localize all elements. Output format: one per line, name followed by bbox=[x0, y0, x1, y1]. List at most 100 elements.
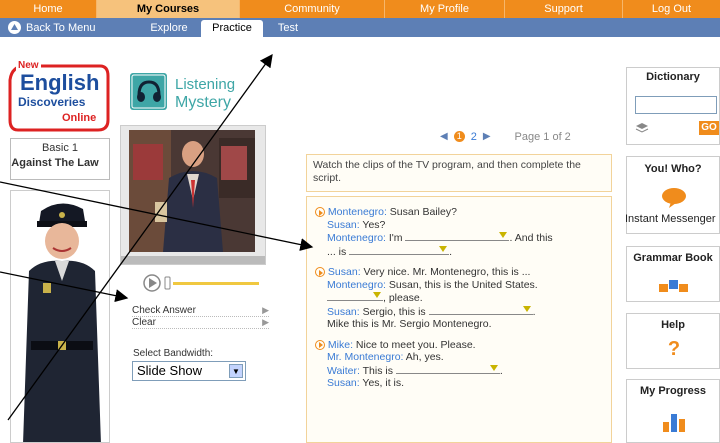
unit-name: Against The Law bbox=[11, 157, 99, 169]
up-arrow-icon bbox=[8, 21, 21, 34]
script-block-2: Susan: Very nice. Mr. Montenegro, this i… bbox=[315, 266, 603, 331]
script-text: , please. bbox=[383, 292, 423, 304]
page-indicator: Page 1 of 2 bbox=[514, 130, 571, 143]
nav-my-courses[interactable]: My Courses bbox=[97, 0, 240, 18]
answer-dropdown[interactable] bbox=[405, 231, 510, 241]
play-clip-icon[interactable] bbox=[315, 267, 325, 278]
script-text: Sergio, this is bbox=[359, 305, 429, 318]
speaker-name: Susan: bbox=[327, 377, 360, 389]
instructions: Watch the clips of the TV program, and t… bbox=[306, 154, 612, 192]
activity-title-line1: Listening bbox=[175, 76, 236, 93]
answer-dropdown[interactable] bbox=[327, 291, 383, 301]
nav-support[interactable]: Support bbox=[505, 0, 623, 18]
clear-link[interactable]: Clear ▶ bbox=[132, 317, 269, 329]
sub-nav: Back To Menu Explore Practice Test bbox=[0, 18, 720, 37]
my-progress-panel[interactable]: My Progress bbox=[626, 379, 720, 443]
video-screen[interactable] bbox=[129, 130, 255, 252]
bandwidth-select[interactable]: Slide Show ▼ bbox=[132, 361, 246, 381]
prev-page-icon[interactable]: ◀ bbox=[440, 131, 448, 142]
nav-my-profile[interactable]: My Profile bbox=[385, 0, 505, 18]
dropdown-arrow-icon bbox=[522, 305, 531, 312]
script-text: . bbox=[449, 245, 453, 258]
pager: ◀ 1 2 ▶ Page 1 of 2 bbox=[440, 129, 610, 144]
chat-bubble-icon[interactable] bbox=[661, 187, 687, 208]
speaker-name: Waiter: bbox=[327, 364, 360, 377]
script-text: Yes? bbox=[359, 218, 386, 231]
translate-icon[interactable] bbox=[635, 123, 649, 133]
speaker-name: Montenegro: bbox=[327, 278, 386, 291]
script-block-3: Mike: Nice to meet you. Please. Mr. Mont… bbox=[315, 339, 603, 390]
clear-label: Clear bbox=[132, 317, 156, 328]
next-page-icon[interactable]: ▶ bbox=[483, 131, 491, 142]
logo-online-text: Online bbox=[62, 112, 97, 124]
back-to-menu-button[interactable]: Back To Menu bbox=[8, 20, 96, 35]
page-1-button[interactable]: 1 bbox=[453, 131, 465, 142]
dictionary-title: Dictionary bbox=[646, 71, 700, 83]
you-who-panel: You! Who? Instant Messenger bbox=[625, 156, 720, 234]
police-officer-photo bbox=[10, 190, 110, 443]
dropdown-arrow-icon bbox=[499, 232, 508, 238]
progress-slider-handle[interactable] bbox=[164, 275, 172, 291]
script-text: This is bbox=[359, 364, 396, 377]
answer-dropdown[interactable] bbox=[428, 305, 533, 315]
go-button[interactable]: GO bbox=[699, 121, 719, 135]
help-panel[interactable]: Help ? bbox=[626, 313, 720, 369]
play-clip-icon[interactable] bbox=[315, 339, 325, 350]
dropdown-arrow-icon bbox=[439, 245, 448, 252]
answer-links: Check Answer ▶ Clear ▶ bbox=[132, 305, 269, 329]
dropdown-arrow-icon bbox=[373, 292, 381, 298]
speaker-name: Susan: bbox=[327, 266, 361, 278]
script-text: . And this bbox=[509, 232, 553, 244]
answer-dropdown[interactable] bbox=[395, 364, 500, 374]
logo-discoveries-text: Discoveries bbox=[18, 95, 86, 109]
script-text: . bbox=[499, 364, 503, 377]
check-answer-link[interactable]: Check Answer ▶ bbox=[132, 305, 269, 317]
page-2-button[interactable]: 2 bbox=[471, 131, 477, 143]
check-answer-label: Check Answer bbox=[132, 305, 196, 316]
speaker-name: Montenegro: bbox=[327, 232, 386, 244]
tab-explore[interactable]: Explore bbox=[140, 20, 198, 37]
dropdown-arrow-icon bbox=[489, 364, 498, 371]
script-text: Mike this is Mr. Sergio Montenegro. bbox=[327, 318, 492, 330]
script-text: . bbox=[532, 305, 536, 318]
video-frame-base bbox=[121, 256, 265, 264]
script-text: Nice to meet you. Please. bbox=[353, 338, 476, 351]
chevron-down-icon: ▼ bbox=[229, 364, 243, 378]
english-discoveries-logo: New English Discoveries Online bbox=[8, 60, 112, 132]
video-player bbox=[120, 125, 266, 265]
script-block-1: Montenegro: Susan Bailey? Susan: Yes? Mo… bbox=[315, 206, 603, 258]
you-who-title[interactable]: You! Who? bbox=[627, 160, 719, 178]
dictionary-panel: Dictionary GO bbox=[626, 67, 720, 145]
script-text: Susan Bailey? bbox=[386, 206, 457, 218]
grammar-book-panel[interactable]: Grammar Book bbox=[626, 246, 720, 302]
my-progress-title: My Progress bbox=[639, 385, 707, 397]
activity-title-line2: Mystery bbox=[175, 94, 231, 111]
play-button[interactable] bbox=[143, 273, 161, 293]
triangle-right-icon: ▶ bbox=[262, 317, 269, 327]
bar-chart-icon bbox=[661, 410, 687, 432]
bandwidth-label: Select Bandwidth: bbox=[133, 348, 214, 359]
speaker-name: Susan: bbox=[327, 218, 360, 231]
speaker-name: Mike: bbox=[327, 338, 354, 351]
top-nav: Home My Courses Community My Profile Sup… bbox=[0, 0, 720, 18]
level-name: Basic 1 bbox=[41, 142, 79, 154]
script-text: I'm bbox=[385, 232, 406, 244]
script-text: Ah, yes. bbox=[403, 351, 444, 363]
tab-test[interactable]: Test bbox=[268, 20, 308, 37]
script-box: Montenegro: Susan Bailey? Susan: Yes? Mo… bbox=[306, 196, 612, 443]
speaker-name: Montenegro: bbox=[327, 206, 387, 218]
tab-practice[interactable]: Practice bbox=[201, 20, 263, 37]
answer-dropdown[interactable] bbox=[349, 245, 450, 255]
course-level-box: Basic 1 Against The Law bbox=[10, 138, 110, 180]
nav-community[interactable]: Community bbox=[240, 0, 385, 18]
activity-title: Listening Mystery bbox=[175, 77, 235, 113]
instant-messenger-link[interactable]: Instant Messenger bbox=[625, 213, 720, 225]
bandwidth-value: Slide Show bbox=[137, 363, 203, 378]
logo-english-text: English bbox=[20, 70, 100, 95]
grammar-blocks-icon bbox=[657, 279, 691, 293]
nav-log-out[interactable]: Log Out bbox=[623, 0, 720, 18]
dictionary-search-input[interactable] bbox=[635, 96, 717, 114]
nav-home[interactable]: Home bbox=[0, 0, 97, 18]
speaker-name: Mr. Montenegro: bbox=[327, 351, 404, 363]
play-clip-icon[interactable] bbox=[315, 207, 325, 218]
